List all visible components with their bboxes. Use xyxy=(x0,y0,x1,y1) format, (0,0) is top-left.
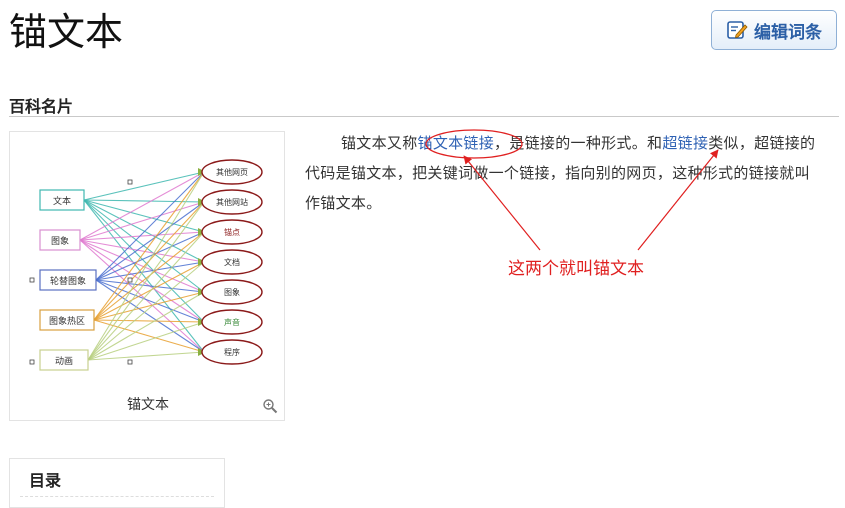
diagram-connector xyxy=(95,171,205,281)
diagram-source-node: 动画 xyxy=(39,349,89,371)
diagram-source-node: 图象热区 xyxy=(39,309,95,331)
diagram-handle xyxy=(29,277,35,283)
diagram-connector xyxy=(93,319,205,323)
diagram-target-node: 其他网页 xyxy=(201,159,263,185)
section-heading: 百科名片 xyxy=(9,97,74,116)
edit-entry-label: 编辑词条 xyxy=(754,22,822,43)
diagram-source-label: 文本 xyxy=(53,195,71,207)
page-title: 锚文本 xyxy=(9,10,124,54)
anchor-text-diagram[interactable]: 文本图象轮替图象图象热区动画其他网页其他网站锚点文档图象声音程序 xyxy=(20,142,276,390)
diagram-target-node: 声音 xyxy=(201,309,263,335)
zoom-icon[interactable] xyxy=(262,398,278,414)
intro-paragraph: 锚文本又称锚文本链接，是链接的一种形式。和超链接类似，超链接的代码是锚文本，把关… xyxy=(305,128,825,218)
annotation-note: 这两个就叫锚文本 xyxy=(508,259,644,279)
edit-icon xyxy=(727,21,748,39)
diagram-connector xyxy=(83,199,205,323)
intro-text-1: 锚文本又称 xyxy=(341,134,418,152)
section-divider xyxy=(9,116,839,117)
anchor-text-link[interactable]: 锚文本链接 xyxy=(418,134,495,152)
diagram-target-label: 其他网站 xyxy=(216,197,248,207)
diagram-target-node: 其他网站 xyxy=(201,189,263,215)
diagram-connector xyxy=(87,291,205,361)
edit-entry-button[interactable]: 编辑词条 xyxy=(711,10,837,50)
diagram-handle xyxy=(127,179,133,185)
toc-title: 目录 xyxy=(29,471,62,490)
diagram-connector xyxy=(79,239,205,293)
hyperlink-link[interactable]: 超链接 xyxy=(662,134,708,152)
diagram-target-label: 文档 xyxy=(224,257,240,267)
image-caption: 锚文本 xyxy=(127,397,169,413)
diagram-target-label: 图象 xyxy=(224,287,240,297)
diagram-connector xyxy=(95,201,205,281)
diagram-connector xyxy=(95,231,205,281)
diagram-handle xyxy=(29,359,35,365)
table-of-contents: 目录 xyxy=(9,458,225,508)
diagram-handle xyxy=(127,359,133,365)
diagram-source-node: 轮替图象 xyxy=(39,269,97,291)
diagram-target-node: 文档 xyxy=(201,249,263,275)
diagram-target-node: 程序 xyxy=(201,339,263,365)
diagram-source-label: 图象热区 xyxy=(49,315,85,327)
diagram-connector xyxy=(79,239,205,353)
diagram-connector xyxy=(87,351,205,361)
intro-text-2: ，是链接的一种形式。和 xyxy=(494,134,663,152)
diagram-source-label: 轮替图象 xyxy=(50,275,86,287)
diagram-source-node: 文本 xyxy=(39,189,85,211)
diagram-target-label: 程序 xyxy=(224,347,240,357)
diagram-target-node: 锚点 xyxy=(201,219,263,245)
diagram-target-label: 声音 xyxy=(224,317,240,327)
diagram-target-node: 图象 xyxy=(201,279,263,305)
diagram-connector xyxy=(79,231,205,241)
diagram-target-label: 锚点 xyxy=(224,227,240,237)
diagram-source-label: 图象 xyxy=(51,235,69,247)
diagram-handle xyxy=(127,277,133,283)
diagram-source-node: 图象 xyxy=(39,229,81,251)
diagram-source-label: 动画 xyxy=(55,356,73,367)
diagram-target-label: 其他网页 xyxy=(216,167,248,177)
encyclopedia-card-image[interactable]: 文本 图象 轮替图象 图象热区 动画 其他网页 其他网站 锚点 文档 图象 声音 程序 锚文本 xyxy=(9,131,285,421)
toc-divider xyxy=(20,496,214,497)
